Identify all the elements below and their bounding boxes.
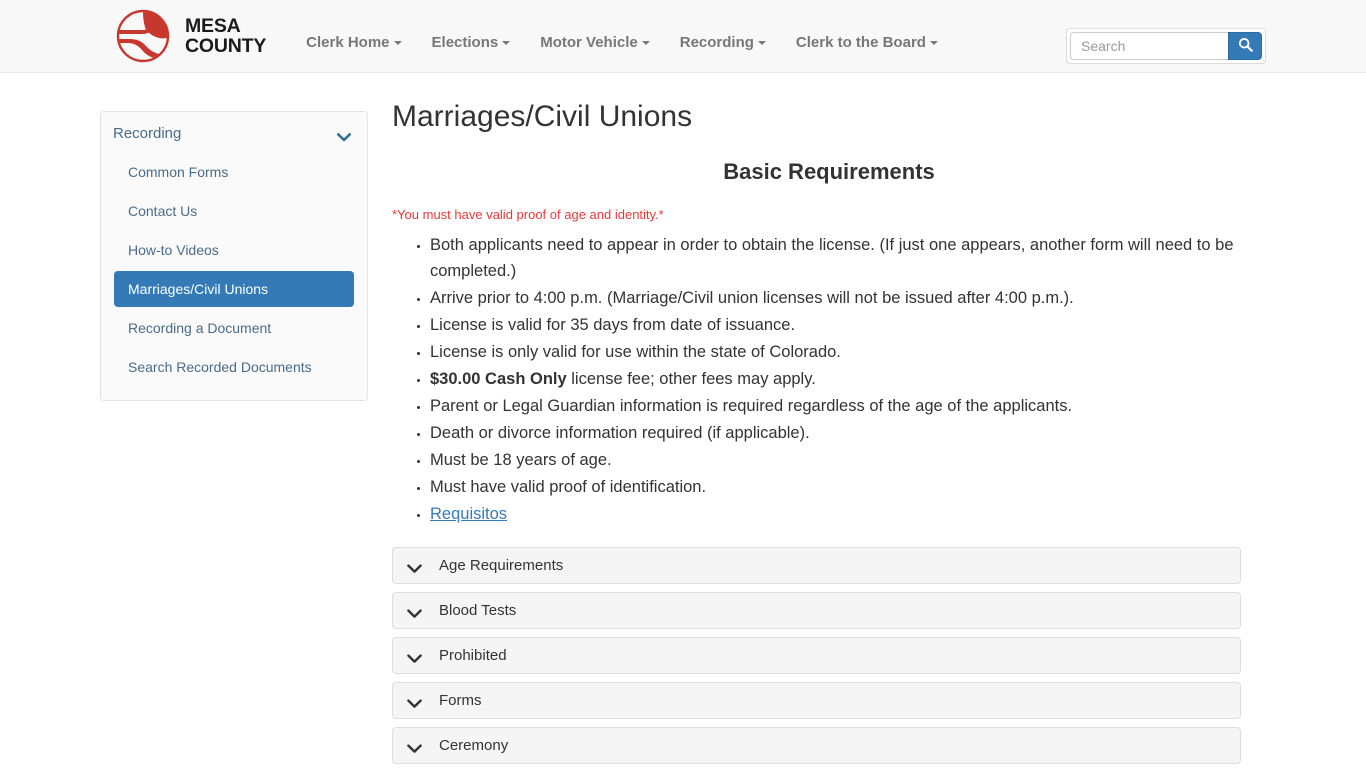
nav-item-recording[interactable]: Recording xyxy=(665,24,781,61)
accordion-item-label: Forms xyxy=(439,692,482,709)
requirement-text: Parent or Legal Guardian information is … xyxy=(430,397,1073,415)
nav-item-recording-label: Recording xyxy=(679,33,754,51)
list-item: Must be 18 years of age. xyxy=(430,447,1266,473)
list-item: Contact Us xyxy=(114,193,354,229)
accordion-item-forms[interactable]: Forms xyxy=(392,682,1241,719)
page-body: Recording Common Forms Contact Us How-to… xyxy=(0,73,1366,768)
requirement-text: Must be 18 years of age. xyxy=(430,451,612,469)
chevron-down-icon xyxy=(407,741,422,753)
requirement-text: Must have valid proof of identification. xyxy=(430,478,707,496)
requirements-accordion: Age Requirements Blood Tests Prohibited … xyxy=(392,547,1266,768)
search-form xyxy=(1066,28,1266,64)
list-item: License is only valid for use within the… xyxy=(430,339,1266,365)
requirement-text: Both applicants need to appear in order … xyxy=(430,236,1234,280)
sidebar-item-how-to-videos[interactable]: How-to Videos xyxy=(114,232,354,268)
requirement-fee-emphasis: $30.00 Cash Only xyxy=(430,370,567,388)
nav-item-clerk-home-label: Clerk Home xyxy=(306,33,390,51)
sidebar-panel: Recording Common Forms Contact Us How-to… xyxy=(100,111,368,401)
nav-item-elections-label: Elections xyxy=(431,33,499,51)
accordion-item-label: Age Requirements xyxy=(439,557,564,574)
sidebar-menu: Common Forms Contact Us How-to Videos Ma… xyxy=(101,154,367,385)
brand-wordmark: MESA COUNTY xyxy=(185,16,266,56)
requisitos-link[interactable]: Requisitos xyxy=(430,505,507,523)
section-title-basic-requirements: Basic Requirements xyxy=(723,159,935,184)
chevron-down-icon xyxy=(407,561,422,573)
list-item: Recording a Document xyxy=(114,310,354,346)
sidebar-header-recording[interactable]: Recording xyxy=(101,112,367,154)
nav-item-clerk-home[interactable]: Clerk Home xyxy=(291,24,416,61)
chevron-down-icon xyxy=(407,606,422,618)
list-item: Death or divorce information required (i… xyxy=(430,420,1266,446)
list-item: Search Recorded Documents xyxy=(114,349,354,385)
list-item: How-to Videos xyxy=(114,232,354,268)
proof-of-age-warning: *You must have valid proof of age and id… xyxy=(392,207,664,222)
caret-down-icon xyxy=(641,40,650,45)
requirements-list: Both applicants need to appear in order … xyxy=(392,232,1266,527)
list-item: Marriages/Civil Unions xyxy=(114,271,354,307)
list-item: Common Forms xyxy=(114,154,354,190)
nav-item-elections[interactable]: Elections xyxy=(417,24,526,61)
nav-item-motor-vehicle[interactable]: Motor Vehicle xyxy=(525,24,665,61)
main-navigation: Clerk Home Elections Motor Vehicle Recor… xyxy=(291,12,953,61)
sidebar-item-common-forms[interactable]: Common Forms xyxy=(114,154,354,190)
sidebar-item-search-recorded-documents[interactable]: Search Recorded Documents xyxy=(114,349,354,385)
nav-item-motor-vehicle-label: Motor Vehicle xyxy=(540,33,638,51)
list-item: Both applicants need to appear in order … xyxy=(430,232,1266,284)
accordion-item-label: Ceremony xyxy=(439,737,509,754)
sidebar-item-contact-us[interactable]: Contact Us xyxy=(114,193,354,229)
requirement-text: License is valid for 35 days from date o… xyxy=(430,316,796,334)
list-item: $30.00 Cash Only license fee; other fees… xyxy=(430,366,1266,392)
requirement-text: License is only valid for use within the… xyxy=(430,343,841,361)
brand-line-2: COUNTY xyxy=(185,35,267,57)
accordion-item-blood-tests[interactable]: Blood Tests xyxy=(392,592,1241,629)
list-item: Requisitos xyxy=(430,501,1266,527)
caret-down-icon xyxy=(757,40,766,45)
requirement-text: license fee; other fees may apply. xyxy=(566,370,816,388)
list-item: License is valid for 35 days from date o… xyxy=(430,312,1266,338)
requirement-text: Arrive prior to 4:00 p.m. (Marriage/Civi… xyxy=(430,289,1074,307)
mesa-county-circle-logo-icon xyxy=(110,8,176,64)
chevron-down-icon xyxy=(407,696,422,708)
accordion-item-label: Prohibited xyxy=(439,647,507,664)
sidebar-item-marriages-civil-unions[interactable]: Marriages/Civil Unions xyxy=(114,271,354,307)
sidebar-header-label: Recording xyxy=(113,125,182,142)
requirement-text: Death or divorce information required (i… xyxy=(430,424,810,442)
page-title: Marriages/Civil Unions xyxy=(392,100,693,133)
sidebar-item-recording-a-document[interactable]: Recording a Document xyxy=(114,310,354,346)
accordion-item-label: Blood Tests xyxy=(439,602,517,619)
chevron-down-icon xyxy=(407,651,422,663)
accordion-item-prohibited[interactable]: Prohibited xyxy=(392,637,1241,674)
brand-logo-link[interactable]: MESA COUNTY xyxy=(110,8,266,64)
chevron-down-icon xyxy=(337,129,351,142)
site-header: MESA COUNTY Clerk Home Elections Motor V… xyxy=(0,0,1366,73)
caret-down-icon xyxy=(393,40,402,45)
main-content: Marriages/Civil Unions Basic Requirement… xyxy=(368,73,1266,768)
caret-down-icon xyxy=(502,40,511,45)
accordion-item-ceremony[interactable]: Ceremony xyxy=(392,727,1241,764)
search-button[interactable] xyxy=(1228,32,1262,60)
nav-item-clerk-to-the-board[interactable]: Clerk to the Board xyxy=(781,24,953,61)
caret-down-icon xyxy=(929,40,938,45)
sidebar-column: Recording Common Forms Contact Us How-to… xyxy=(100,73,368,768)
nav-item-clerk-to-the-board-label: Clerk to the Board xyxy=(795,33,926,51)
list-item: Must have valid proof of identification. xyxy=(430,474,1266,500)
search-input[interactable] xyxy=(1070,32,1228,60)
brand-line-1: MESA xyxy=(185,15,241,37)
list-item: Arrive prior to 4:00 p.m. (Marriage/Civi… xyxy=(430,285,1266,311)
list-item: Parent or Legal Guardian information is … xyxy=(430,393,1266,419)
search-icon xyxy=(1238,37,1253,55)
accordion-item-age-requirements[interactable]: Age Requirements xyxy=(392,547,1241,584)
